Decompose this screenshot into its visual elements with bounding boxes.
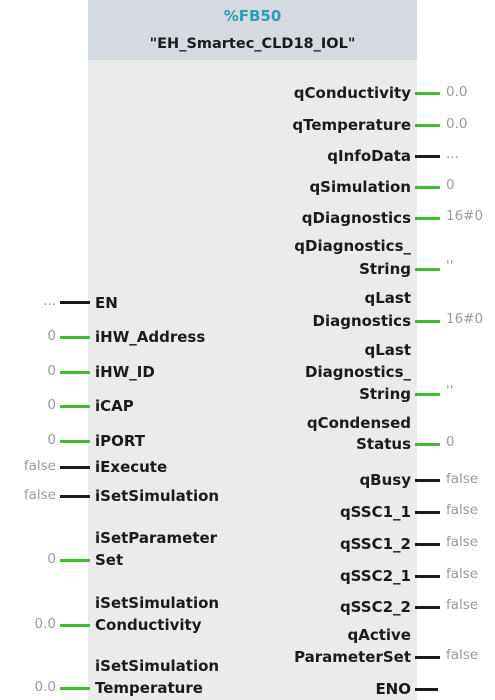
- output-value-qbusy[interactable]: false: [446, 471, 478, 487]
- block-instance-id: %FB50: [223, 7, 282, 25]
- input-value-isetsimulationconductivity[interactable]: 0.0: [35, 616, 56, 632]
- output-value-qssc2-2[interactable]: false: [446, 597, 478, 613]
- output-pin-qdiagnostics-string-line2: String: [359, 260, 411, 278]
- output-pin-qconductivity: qConductivity: [293, 84, 411, 102]
- output-pin-qsimulation: qSimulation: [309, 178, 411, 196]
- output-value-qtemperature[interactable]: 0.0: [446, 116, 467, 132]
- function-block-header[interactable]: %FB50 "EH_Smartec_CLD18_IOL": [88, 0, 417, 60]
- input-wire-isetsimulationconductivity[interactable]: [60, 624, 90, 627]
- input-wire-isetsimulationtemperature[interactable]: [60, 687, 90, 690]
- output-value-qlastdiagnostics-string[interactable]: '': [446, 383, 453, 399]
- output-pin-qactiveparameterset-line2: ParameterSet: [294, 648, 411, 666]
- output-pin-qssc1-2: qSSC1_2: [339, 535, 411, 553]
- output-value-qssc1-2[interactable]: false: [446, 534, 478, 550]
- input-pin-isetsimulationtemperature-line2: Temperature: [95, 679, 203, 697]
- input-value-ihw-address[interactable]: 0: [47, 328, 56, 344]
- output-wire-qactiveparameterset[interactable]: [415, 656, 440, 659]
- input-pin-isetsimulation: iSetSimulation: [95, 487, 220, 505]
- output-wire-qssc1-2[interactable]: [415, 543, 440, 546]
- input-wire-iexecute[interactable]: [60, 466, 90, 469]
- output-pin-qlastdiagnostics-line1: qLast: [364, 289, 411, 307]
- output-pin-qssc2-1: qSSC2_1: [339, 567, 411, 585]
- input-wire-icap[interactable]: [60, 405, 90, 408]
- output-wire-qssc2-1[interactable]: [415, 575, 440, 578]
- output-pin-qdiagnostics: qDiagnostics: [301, 209, 411, 227]
- output-wire-qssc1-1[interactable]: [415, 511, 440, 514]
- input-value-isetparameterset[interactable]: 0: [47, 551, 56, 567]
- input-wire-isetparameterset[interactable]: [60, 559, 90, 562]
- input-pin-iexecute: iExecute: [95, 458, 168, 476]
- input-pin-en: EN: [95, 294, 118, 312]
- output-pin-qactiveparameterset-line1: qActive: [347, 626, 411, 644]
- output-pin-qlastdiagnostics-string-line2: Diagnostics_: [305, 363, 411, 381]
- output-wire-qtemperature[interactable]: [415, 124, 440, 127]
- input-value-ihw-id[interactable]: 0: [47, 363, 56, 379]
- output-pin-qdiagnostics-string-line1: qDiagnostics_: [294, 237, 411, 255]
- output-wire-eno[interactable]: [415, 688, 438, 691]
- output-value-qactiveparameterset[interactable]: false: [446, 647, 478, 663]
- output-pin-qlastdiagnostics-line2: Diagnostics: [312, 312, 412, 330]
- output-value-qsimulation[interactable]: 0: [446, 177, 455, 193]
- input-wire-isetsimulation[interactable]: [60, 495, 90, 498]
- output-wire-qdiagnostics[interactable]: [415, 217, 440, 220]
- input-value-isetsimulation[interactable]: false: [24, 487, 56, 503]
- output-pin-qinfodata: qInfoData: [327, 147, 411, 165]
- input-wire-ihw-id[interactable]: [60, 371, 90, 374]
- output-pin-qlastdiagnostics-string-line3: String: [359, 385, 411, 403]
- output-wire-qconductivity[interactable]: [415, 92, 440, 95]
- output-value-qlastdiagnostics[interactable]: 16#0: [446, 311, 483, 327]
- input-pin-isetsimulationconductivity-line1: iSetSimulation: [95, 594, 220, 612]
- input-pin-isetparameterset-line1: iSetParameter: [95, 529, 218, 547]
- input-value-icap[interactable]: 0: [47, 397, 56, 413]
- input-pin-iport: iPORT: [95, 432, 145, 450]
- output-value-qcondensedstatus[interactable]: 0: [446, 434, 455, 450]
- input-pin-isetsimulationtemperature-line1: iSetSimulation: [95, 657, 220, 675]
- input-value-en[interactable]: ...: [43, 293, 56, 309]
- input-wire-iport[interactable]: [60, 440, 90, 443]
- output-pin-qbusy: qBusy: [359, 471, 411, 489]
- output-wire-qsimulation[interactable]: [415, 186, 440, 189]
- output-value-qconductivity[interactable]: 0.0: [446, 84, 467, 100]
- output-wire-qssc2-2[interactable]: [415, 606, 440, 609]
- output-pin-qcondensedstatus-line2: Status: [356, 435, 411, 453]
- input-pin-ihw-address: iHW_Address: [95, 328, 206, 346]
- input-pin-icap: iCAP: [95, 397, 134, 415]
- output-wire-qinfodata[interactable]: [415, 155, 440, 158]
- output-wire-qcondensedstatus[interactable]: [415, 443, 440, 446]
- output-wire-qbusy[interactable]: [415, 479, 440, 482]
- input-pin-isetparameterset-line2: Set: [95, 551, 124, 569]
- output-value-qssc2-1[interactable]: false: [446, 566, 478, 582]
- input-pin-ihw-id: iHW_ID: [95, 363, 155, 381]
- output-wire-qlastdiagnostics-string[interactable]: [415, 393, 440, 396]
- input-pin-isetsimulationconductivity-line2: Conductivity: [95, 616, 202, 634]
- output-pin-qssc2-2: qSSC2_2: [339, 598, 411, 616]
- output-value-qdiagnostics-string[interactable]: '': [446, 258, 453, 274]
- output-value-qinfodata[interactable]: ...: [446, 146, 459, 162]
- output-pin-qcondensedstatus-line1: qCondensed: [306, 414, 411, 432]
- output-value-qdiagnostics[interactable]: 16#0: [446, 208, 483, 224]
- output-pin-eno: ENO: [375, 680, 411, 698]
- input-wire-en[interactable]: [60, 301, 90, 304]
- output-value-qssc1-1[interactable]: false: [446, 502, 478, 518]
- output-wire-qlastdiagnostics[interactable]: [415, 320, 440, 323]
- input-value-iport[interactable]: 0: [47, 432, 56, 448]
- block-name: "EH_Smartec_CLD18_IOL": [149, 36, 356, 52]
- input-value-isetsimulationtemperature[interactable]: 0.0: [35, 679, 56, 695]
- output-pin-qssc1-1: qSSC1_1: [339, 503, 411, 521]
- output-wire-qdiagnostics-string[interactable]: [415, 268, 440, 271]
- output-pin-qtemperature: qTemperature: [292, 116, 411, 134]
- input-value-iexecute[interactable]: false: [24, 458, 56, 474]
- input-wire-ihw-address[interactable]: [60, 336, 90, 339]
- output-pin-qlastdiagnostics-string-line1: qLast: [364, 341, 411, 359]
